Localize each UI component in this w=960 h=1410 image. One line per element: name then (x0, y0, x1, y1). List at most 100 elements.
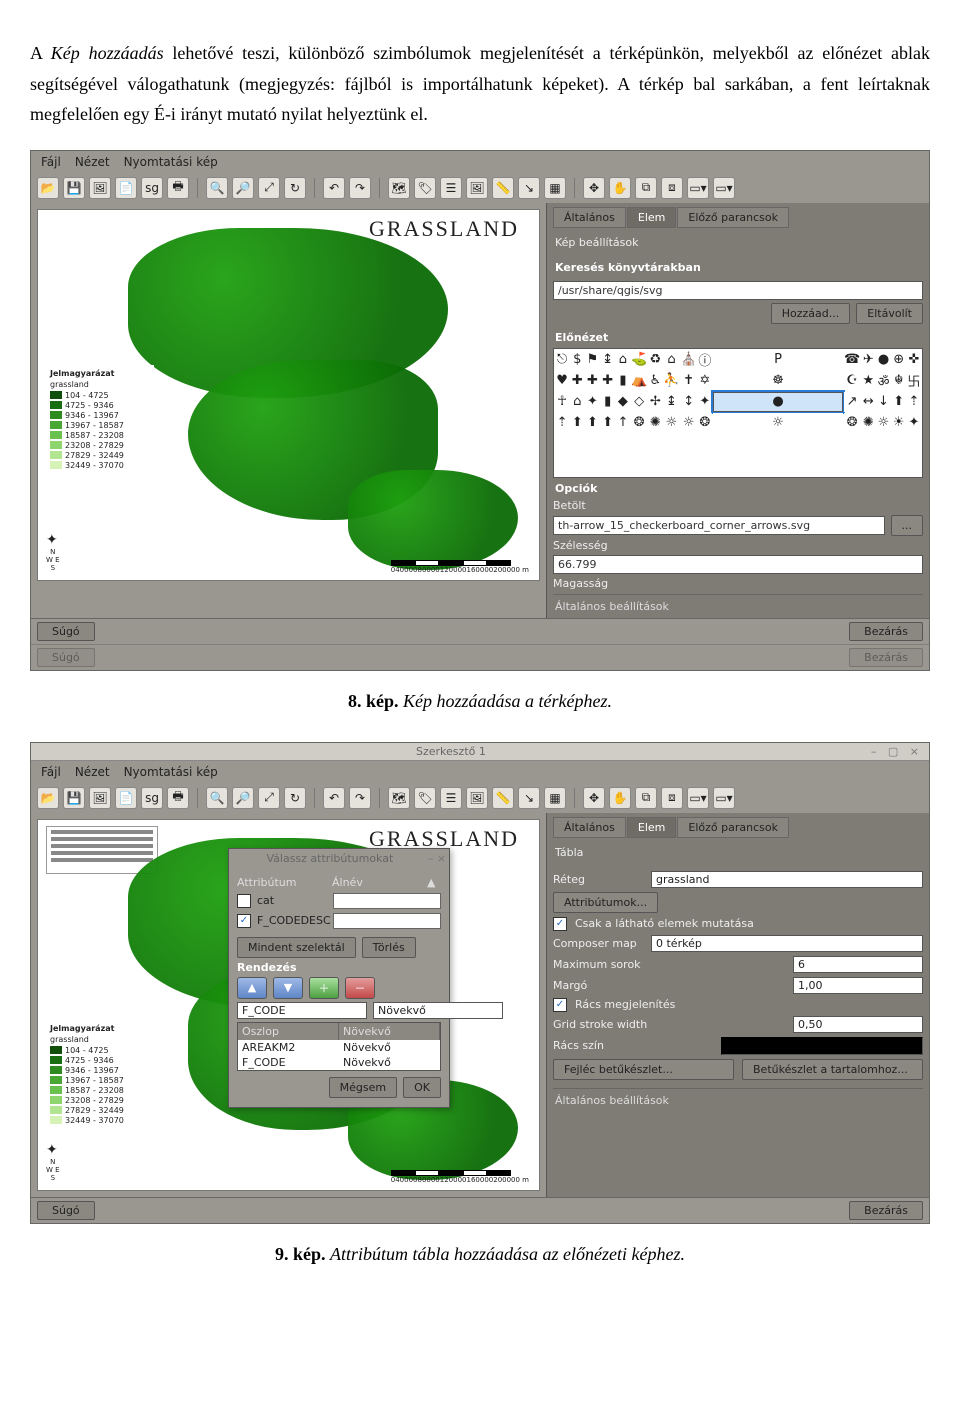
print-icon[interactable]: 🖶 (167, 177, 189, 199)
add-label-icon[interactable]: 🏷 (414, 177, 436, 199)
zoom-full-icon[interactable]: ⤢ (258, 787, 280, 809)
undo-icon[interactable]: ↶ (323, 787, 345, 809)
tab-item[interactable]: Elem (627, 207, 677, 228)
checkbox-cat[interactable] (237, 894, 251, 908)
zoom-out-icon[interactable]: 🔎 (232, 177, 254, 199)
checkbox-show-grid[interactable] (553, 998, 567, 1012)
refresh-icon[interactable]: ↻ (284, 177, 306, 199)
add-arrow-icon[interactable]: ↘ (518, 787, 540, 809)
content-font-button[interactable]: Betűkészlet a tartalomhoz... (742, 1059, 923, 1080)
map-canvas[interactable]: GRASSLAND Jelmagyarázat grassland 104 - … (37, 819, 540, 1191)
save-icon[interactable]: 💾 (63, 787, 85, 809)
remove-sort-button[interactable]: － (345, 977, 375, 999)
tab-history[interactable]: Előző parancsok (677, 817, 789, 838)
save-icon[interactable]: 💾 (63, 177, 85, 199)
clear-button[interactable]: Törlés (362, 937, 416, 958)
zoom-full-icon[interactable]: ⤢ (258, 177, 280, 199)
add-image-icon[interactable]: 🖼 (466, 177, 488, 199)
align-icon[interactable]: ▭▾ (713, 787, 735, 809)
select-all-button[interactable]: Mindent szelektál (237, 937, 356, 958)
menu-file[interactable]: Fájl (41, 765, 61, 779)
add-legend-icon[interactable]: ☰ (440, 787, 462, 809)
header-font-button[interactable]: Fejléc betűkészlet... (553, 1059, 734, 1080)
search-path-input[interactable]: /usr/share/qgis/svg (553, 281, 923, 300)
checkbox-fcodedesc[interactable] (237, 914, 251, 928)
add-table-icon[interactable]: ▦ (544, 787, 566, 809)
close-button[interactable]: Bezárás (849, 1201, 923, 1220)
open-icon[interactable]: 📂 (37, 787, 59, 809)
maxrows-input[interactable]: 6 (793, 956, 923, 973)
menu-file[interactable]: Fájl (41, 155, 61, 169)
composer-map-select[interactable]: 0 térkép (651, 935, 923, 952)
zoom-in-icon[interactable]: 🔍 (206, 787, 228, 809)
refresh-icon[interactable]: ↻ (284, 787, 306, 809)
group-icon[interactable]: ⧉ (635, 177, 657, 199)
cancel-button[interactable]: Mégsem (329, 1077, 397, 1098)
add-label-icon[interactable]: 🏷 (414, 787, 436, 809)
group-icon[interactable]: ⧉ (635, 787, 657, 809)
svg-preview-grid[interactable]: ⎋$⚑↨⌂⛳♻⌂⛪ⓘP☎✈●⊕✜♥✚✚✚▮⛺♿⛹✝✡☸☪★ॐ☬卐☥⌂✦▮◆◇✢↨… (553, 348, 923, 478)
export-pdf-icon[interactable]: 📄 (115, 177, 137, 199)
menu-view[interactable]: Nézet (75, 765, 110, 779)
checkbox-visible-only[interactable] (553, 917, 567, 931)
add-map-icon[interactable]: 🗺 (388, 177, 410, 199)
menu-view[interactable]: Nézet (75, 155, 110, 169)
print-icon[interactable]: 🖶 (167, 787, 189, 809)
add-map-icon[interactable]: 🗺 (388, 787, 410, 809)
redo-icon[interactable]: ↷ (349, 177, 371, 199)
select-icon[interactable]: ✥ (583, 787, 605, 809)
export-image-icon[interactable]: 🖼 (89, 787, 111, 809)
export-image-icon[interactable]: 🖼 (89, 177, 111, 199)
close-icon[interactable]: – × (428, 852, 446, 865)
align-icon[interactable]: ▭▾ (713, 177, 735, 199)
raise-icon[interactable]: ▭▾ (687, 787, 709, 809)
export-svg-icon[interactable]: sg (141, 177, 163, 199)
add-arrow-icon[interactable]: ↘ (518, 177, 540, 199)
tab-general[interactable]: Általános (553, 817, 626, 838)
add-table-icon[interactable]: ▦ (544, 177, 566, 199)
help-button[interactable]: Súgó (37, 648, 95, 667)
undo-icon[interactable]: ↶ (323, 177, 345, 199)
alias-cat-input[interactable] (333, 893, 441, 909)
add-image-icon[interactable]: 🖼 (466, 787, 488, 809)
add-sort-button[interactable]: ＋ (309, 977, 339, 999)
add-scalebar-icon[interactable]: 📏 (492, 787, 514, 809)
pan-icon[interactable]: ✋ (609, 787, 631, 809)
add-legend-icon[interactable]: ☰ (440, 177, 462, 199)
export-svg-icon[interactable]: sg (141, 787, 163, 809)
select-icon[interactable]: ✥ (583, 177, 605, 199)
export-pdf-icon[interactable]: 📄 (115, 787, 137, 809)
remove-dir-button[interactable]: Eltávolít (856, 303, 923, 324)
menu-print[interactable]: Nyomtatási kép (124, 155, 218, 169)
menu-print[interactable]: Nyomtatási kép (124, 765, 218, 779)
zoom-out-icon[interactable]: 🔎 (232, 787, 254, 809)
raise-icon[interactable]: ▭▾ (687, 177, 709, 199)
general-settings-collapsed[interactable]: Általános beállítások (553, 594, 923, 618)
redo-icon[interactable]: ↷ (349, 787, 371, 809)
move-up-button[interactable]: ▲ (237, 977, 267, 999)
sort-dir-select[interactable]: Növekvő (373, 1002, 503, 1019)
ok-button[interactable]: OK (403, 1077, 441, 1098)
grid-color-well[interactable] (721, 1037, 923, 1055)
open-icon[interactable]: 📂 (37, 177, 59, 199)
pan-icon[interactable]: ✋ (609, 177, 631, 199)
window-controls[interactable]: – ▢ × (871, 745, 923, 758)
tab-general[interactable]: Általános (553, 207, 626, 228)
help-button[interactable]: Súgó (37, 1201, 95, 1220)
sort-field-select[interactable]: F_CODE (237, 1002, 367, 1019)
browse-button[interactable]: ... (891, 515, 924, 536)
tab-history[interactable]: Előző parancsok (677, 207, 789, 228)
load-file-input[interactable]: th-arrow_15_checkerboard_corner_arrows.s… (553, 516, 885, 535)
width-input[interactable]: 66.799 (553, 555, 923, 574)
map-canvas[interactable]: GRASSLAND Jelmagyarázat grassland 104 - … (37, 209, 540, 581)
ungroup-icon[interactable]: ⧈ (661, 787, 683, 809)
margin-input[interactable]: 1,00 (793, 977, 923, 994)
general-settings-collapsed[interactable]: Általános beállítások (553, 1088, 923, 1112)
scroll-up-icon[interactable]: ▲ (427, 876, 441, 889)
attributes-button[interactable]: Attribútumok... (553, 892, 658, 913)
tab-item[interactable]: Elem (627, 817, 677, 838)
layer-select[interactable]: grassland (651, 871, 923, 888)
close-button[interactable]: Bezárás (849, 622, 923, 641)
close-button[interactable]: Bezárás (849, 648, 923, 667)
attribute-table-item[interactable] (46, 826, 158, 874)
